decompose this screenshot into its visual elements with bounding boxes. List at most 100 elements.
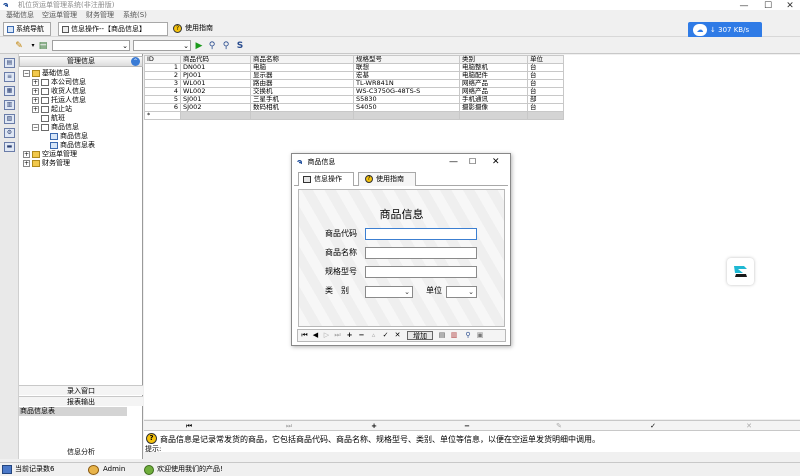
nav-tree-item[interactable]: + 财务管理	[23, 159, 141, 168]
exit-icon[interactable]: ▣	[475, 330, 485, 341]
print-preview-icon[interactable]: ▥	[449, 330, 459, 341]
goods-name-input[interactable]	[365, 247, 477, 259]
form-icon	[303, 175, 311, 183]
report-list-item[interactable]: 商品信息表	[19, 407, 127, 416]
table-cell[interactable]	[459, 111, 528, 120]
tools-icon[interactable]: ⚙	[4, 128, 15, 138]
list-view-icon[interactable]: ≡	[4, 72, 15, 82]
nav-tree-item[interactable]: + 起止站	[23, 105, 141, 114]
next-record-icon[interactable]: ▷	[322, 330, 331, 341]
doc-icon	[41, 123, 49, 131]
table-row[interactable]: 2 PJ001 显示器 宏基 电脑配件台	[144, 71, 564, 80]
prior-record-icon[interactable]: ◀	[311, 330, 320, 341]
expand-icon[interactable]: +	[32, 78, 39, 86]
print-icon[interactable]: ▤	[437, 330, 447, 341]
collapse-icon[interactable]: −	[23, 69, 30, 77]
table-row[interactable]: 4 WL002 交换机 WS-C3750G-48TS-S 网络产品台	[144, 87, 564, 96]
table-row[interactable]: 5 SJ001 三星手机 S5830 手机通讯部	[144, 95, 564, 104]
table-cell[interactable]: 数码相机	[250, 103, 354, 112]
edit-record-icon[interactable]: ▵	[369, 330, 378, 341]
field-combo[interactable]: ⌄	[52, 40, 130, 51]
first-record-icon[interactable]: ⏮	[300, 330, 309, 341]
search-next-icon[interactable]: ⚲	[220, 40, 232, 52]
new-record-marker[interactable]: *	[144, 111, 181, 120]
collapse-up-icon[interactable]: ⌃	[131, 57, 140, 66]
nav-tree-item[interactable]: − 基础信息	[23, 69, 141, 78]
dialog-maximize-button[interactable]: ☐	[469, 154, 476, 170]
nav-icon	[7, 25, 14, 33]
last-record-icon[interactable]: ⏭	[333, 330, 342, 341]
add-button[interactable]: 增加	[407, 331, 433, 340]
table-cell[interactable]	[180, 111, 251, 120]
table-cell[interactable]: 台	[527, 103, 564, 112]
nav-view-icon[interactable]: ▤	[4, 58, 15, 68]
goods-code-input[interactable]	[365, 228, 477, 240]
floating-app-logo-icon[interactable]	[727, 258, 754, 285]
unit-select[interactable]: ⌄	[446, 286, 477, 298]
menu-basic-info[interactable]: 基础信息	[6, 10, 34, 21]
welcome-message: 欢迎使用我们的产品!	[157, 465, 223, 473]
expand-icon[interactable]: +	[32, 87, 39, 95]
table-cell[interactable]	[527, 111, 564, 120]
dialog-tab-user-guide[interactable]: ? 使用指南	[358, 172, 416, 186]
expand-icon[interactable]: +	[23, 159, 30, 167]
pencil-icon[interactable]: ✎	[13, 40, 25, 52]
dialog-tab-info-operation[interactable]: 信息操作	[298, 172, 354, 186]
table-row[interactable]: 3 WL001 路由器 TL-WR841N 网络产品台	[144, 79, 564, 88]
chart-icon[interactable]: ▧	[4, 114, 15, 124]
menu-air-waybill[interactable]: 空运单管理	[42, 10, 77, 21]
network-speed-badge: ☁ ↓ 307 KB/s	[688, 22, 762, 38]
report-icon[interactable]: ▥	[4, 100, 15, 110]
play-icon[interactable]: ▶	[193, 40, 205, 52]
table-cell[interactable]: SJ002	[180, 103, 251, 112]
dialog-minimize-button[interactable]: —	[449, 154, 458, 170]
folder-icon	[32, 159, 40, 167]
category-select[interactable]: ⌄	[365, 286, 413, 298]
tab-info-operation[interactable]: 信息操作--【商品信息】	[58, 22, 168, 36]
refresh-sort-icon[interactable]: S	[234, 40, 246, 52]
nav-tree-item[interactable]: 商品信息	[23, 132, 141, 141]
table-row[interactable]: 1 DN001 电脑 联想 电脑整机台	[144, 63, 564, 72]
trash-icon[interactable]: ▬	[4, 142, 15, 152]
doc-icon	[41, 87, 49, 95]
dialog-close-button[interactable]: ✕	[492, 154, 500, 170]
expand-icon[interactable]: +	[32, 105, 39, 113]
expand-icon[interactable]: +	[23, 150, 30, 158]
search-icon[interactable]: ⚲	[463, 330, 473, 341]
document-icon[interactable]: ▦	[4, 86, 15, 96]
cancel-record-icon[interactable]: ✕	[393, 330, 402, 341]
nav-tree-item[interactable]: − 商品信息	[23, 123, 141, 132]
info-analysis-button[interactable]: 信息分析	[19, 447, 143, 457]
nav-tree-item[interactable]: 商品信息表	[23, 141, 141, 150]
tab-user-guide[interactable]: ? 使用指南	[170, 22, 230, 36]
spec-model-input[interactable]	[365, 266, 477, 278]
collapse-icon[interactable]: −	[32, 123, 39, 131]
menu-finance[interactable]: 财务管理	[86, 10, 114, 21]
post-record-icon[interactable]: ✓	[381, 330, 390, 341]
table-cell[interactable]: 摄影摄像	[459, 103, 528, 112]
nav-tree-item[interactable]: 航班	[23, 114, 141, 123]
nav-tree-item[interactable]: + 托运人信息	[23, 96, 141, 105]
expand-icon[interactable]: +	[32, 96, 39, 104]
nav-tree-item[interactable]: + 空运单管理	[23, 150, 141, 159]
tab-system-nav[interactable]: 系统导航	[3, 22, 51, 36]
table-cell[interactable]	[353, 111, 460, 120]
table-row[interactable]: 6 SJ002 数码相机 S4050 摄影摄像台	[144, 103, 564, 112]
down-arrow-icon: ↓	[710, 26, 716, 34]
search-people-icon[interactable]: ⚲	[206, 40, 218, 52]
nav-tree-item[interactable]: + 收货人信息	[23, 87, 141, 96]
table-cell[interactable]	[250, 111, 354, 120]
add-record-icon[interactable]: +	[345, 330, 354, 341]
delete-record-icon[interactable]: −	[357, 330, 366, 341]
report-output-button[interactable]: 报表输出	[19, 396, 143, 406]
entry-window-button[interactable]: 录入窗口	[19, 385, 143, 395]
nav-tree-label: 本公司信息	[51, 78, 86, 86]
filter-icon[interactable]: ▤	[37, 40, 49, 52]
column-header-spec[interactable]: 规格型号	[353, 55, 460, 64]
nav-tree-item[interactable]: + 本公司信息	[23, 78, 141, 87]
value-combo[interactable]: ⌄	[133, 40, 191, 51]
menu-system[interactable]: 系统(S)	[123, 10, 147, 21]
table-cell[interactable]: 联想	[353, 63, 460, 72]
new-record-row[interactable]: *	[144, 111, 564, 120]
table-cell[interactable]: S4050	[353, 103, 460, 112]
